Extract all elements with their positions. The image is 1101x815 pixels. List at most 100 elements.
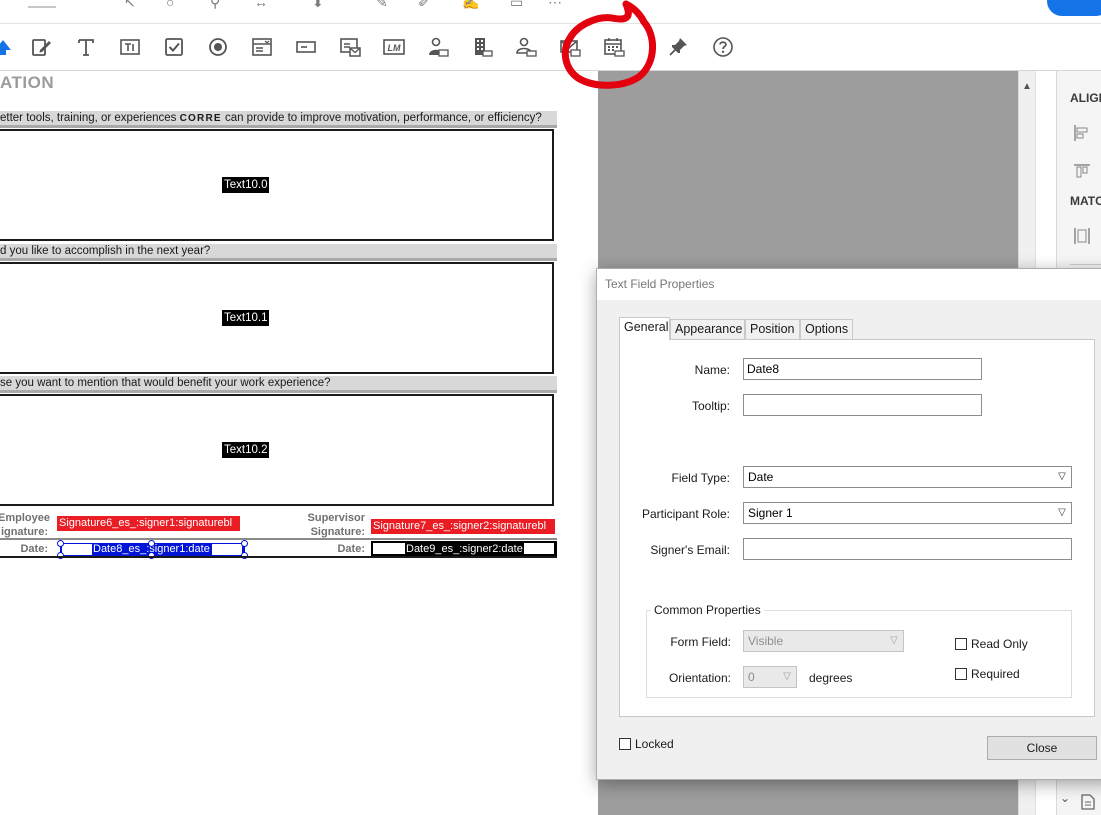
resize-handle[interactable] [57, 540, 64, 547]
signer-email-input[interactable] [743, 538, 1072, 560]
dropdown-icon[interactable] [293, 34, 319, 60]
locked-label: Locked [635, 737, 674, 751]
tooltip-input[interactable] [743, 394, 982, 416]
participant-role-label: Participant Role: [641, 507, 730, 521]
document-page: ATION etter tools, training, or experien… [0, 71, 598, 815]
date-field-blank [212, 544, 242, 555]
tab-position[interactable]: Position [745, 319, 800, 339]
date-divider [0, 556, 557, 558]
orientation-value: 0 [748, 670, 755, 684]
signature-field-signer1[interactable]: Signature6_es_:signer1:signaturebl [57, 516, 240, 531]
scroll-up-icon[interactable]: ▲ [1022, 81, 1032, 92]
cursor-icon[interactable]: ↖ [124, 0, 146, 10]
checkbox-icon[interactable] [161, 34, 187, 60]
checkbox-box[interactable] [955, 638, 967, 650]
checkbox-box[interactable] [619, 738, 631, 750]
align-header: ALIGN [1070, 91, 1101, 105]
signature-field-signer2[interactable]: Signature7_es_:signer2:signaturebl [371, 519, 555, 534]
signature-divider [0, 538, 557, 540]
required-checkbox[interactable]: Required [955, 667, 1020, 681]
document-icon[interactable] [1081, 794, 1095, 810]
fit-width-icon[interactable]: ↔ [254, 0, 276, 10]
text-field-box[interactable]: Text10.1 [0, 262, 554, 374]
date-field-icon[interactable] [601, 34, 627, 60]
list-box-icon[interactable] [249, 34, 275, 60]
sign-icon[interactable]: ✍ [462, 0, 484, 10]
checkbox-box[interactable] [955, 668, 967, 680]
date-field-blank [524, 543, 554, 554]
question-bar: etter tools, training, or experiences CO… [0, 111, 557, 128]
form-field-select[interactable]: Visible ▽ [743, 630, 904, 652]
resize-handle[interactable] [241, 540, 248, 547]
tab-options[interactable]: Options [800, 319, 853, 339]
circle-icon[interactable]: ○ [166, 0, 188, 10]
chevron-down-icon[interactable]: ⌄ [1060, 791, 1070, 805]
resize-handle[interactable] [148, 540, 155, 547]
read-only-checkbox[interactable]: Read Only [955, 637, 1028, 651]
question-text-end: can provide to improve motivation, perfo… [221, 112, 542, 124]
tooltip-label: Tooltip: [691, 399, 730, 413]
orientation-label: Orientation: [668, 671, 731, 685]
match-width-icon[interactable] [1073, 227, 1091, 245]
section-title: ATION [0, 73, 55, 92]
read-only-label: Read Only [971, 637, 1028, 651]
lm-icon[interactable]: LM [381, 34, 407, 60]
locked-checkbox[interactable]: Locked [619, 737, 674, 751]
share-button[interactable] [1047, 0, 1101, 16]
tab-general[interactable]: General [619, 317, 670, 340]
chevron-down-icon: ▽ [890, 635, 898, 646]
form-field-label: Form Field: [670, 635, 731, 649]
panel-divider [1070, 264, 1101, 265]
dialog-title: Text Field Properties [597, 269, 1101, 300]
text-field-box[interactable]: Text10.2 [0, 394, 554, 506]
chevron-down-icon: ▽ [783, 671, 791, 682]
align-left-icon[interactable] [1073, 124, 1091, 142]
person-field-icon[interactable] [513, 34, 539, 60]
participant-icon[interactable] [425, 34, 451, 60]
arrow-up-icon[interactable] [0, 34, 16, 60]
tab-appearance[interactable]: Appearance [670, 319, 745, 339]
text-icon[interactable] [73, 34, 99, 60]
highlight-icon[interactable]: ✐ [418, 0, 440, 10]
question-text: etter tools, training, or experiences [0, 112, 180, 124]
orientation-select[interactable]: 0 ▽ [743, 666, 797, 688]
question-bar: d you like to accomplish in the next yea… [0, 244, 557, 261]
common-properties-title: Common Properties [651, 603, 764, 617]
align-top-icon[interactable] [1073, 163, 1091, 181]
edit-form-icon[interactable] [28, 34, 54, 60]
top-toolbar: ↖ ○ ⚲ ↔ ⬇ ✎ ✐ ✍ ▭ ⋯ [0, 0, 1101, 24]
form-tools-toolbar: LM [0, 24, 1101, 71]
image-field-icon[interactable] [337, 34, 363, 60]
field-type-select[interactable]: Date ▽ [743, 466, 1072, 488]
print-icon[interactable]: ▭ [510, 0, 532, 10]
employee-signature-label: Employee ignature: [0, 511, 50, 539]
zoom-icon[interactable]: ⚲ [210, 0, 232, 10]
comment-icon[interactable]: ✎ [376, 0, 398, 10]
date-field-signer2[interactable]: Date9_es_:signer2:date [371, 541, 557, 556]
download-icon[interactable]: ⬇ [312, 0, 334, 10]
date-field-blank [62, 544, 92, 555]
field-type-value: Date [748, 470, 774, 484]
more-icon[interactable]: ⋯ [548, 0, 570, 10]
date-label-2: Date: [337, 543, 365, 555]
field-label: Text10.0 [222, 177, 270, 193]
email-field-icon[interactable] [557, 34, 583, 60]
chevron-down-icon: ▽ [1058, 471, 1066, 482]
brand-text: CORRE [179, 113, 222, 124]
text-field-box[interactable]: Text10.0 [0, 129, 554, 241]
general-tab-panel: Name: Date8 Tooltip: Field Type: Date ▽ … [619, 339, 1095, 717]
label-line: Employee [0, 512, 50, 524]
pin-icon[interactable] [665, 34, 691, 60]
close-button[interactable]: Close [987, 736, 1097, 760]
label-line: Supervisor [307, 512, 365, 524]
degrees-label: degrees [809, 671, 853, 685]
help-icon[interactable] [710, 34, 736, 60]
field-type-label: Field Type: [671, 471, 730, 485]
radio-button-icon[interactable] [205, 34, 231, 60]
question-text: d you like to accomplish in the next yea… [0, 245, 211, 257]
text-field-icon[interactable] [117, 34, 143, 60]
name-input[interactable]: Date8 [743, 358, 982, 380]
participant-role-value: Signer 1 [748, 506, 793, 520]
participant-role-select[interactable]: Signer 1 ▽ [743, 502, 1072, 524]
company-icon[interactable] [469, 34, 495, 60]
